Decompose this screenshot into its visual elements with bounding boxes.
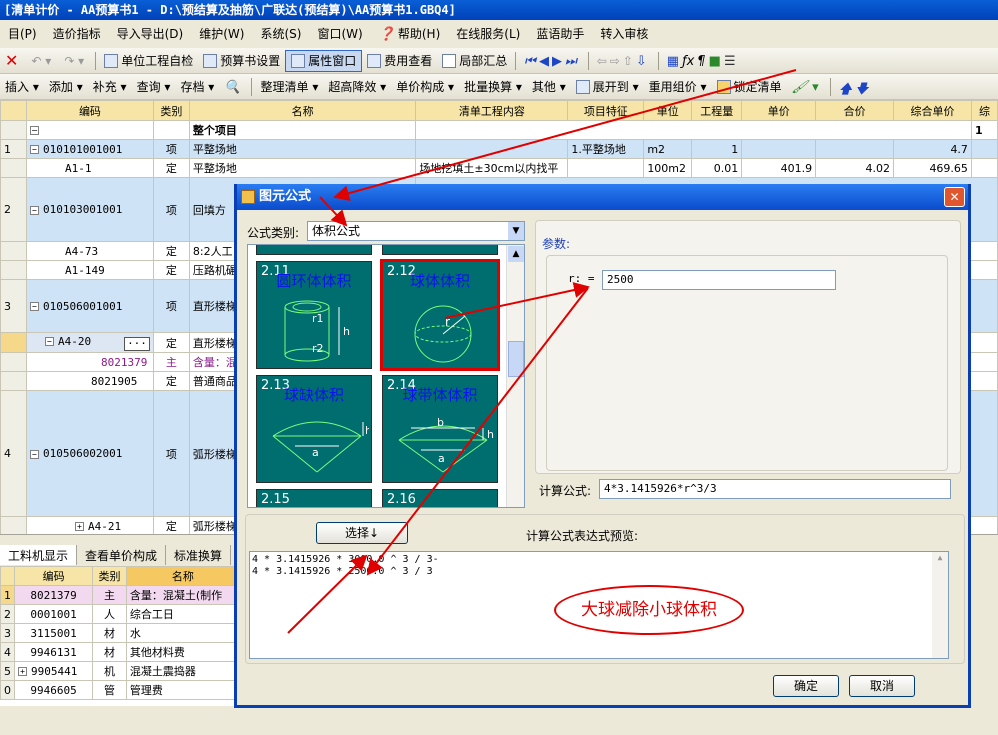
arrow-line xyxy=(366,287,589,576)
arrow-line xyxy=(319,196,348,227)
arrow-line xyxy=(333,69,797,201)
annotation-arrows xyxy=(287,69,797,634)
arrow-line xyxy=(287,554,368,634)
arrow-line xyxy=(444,282,590,319)
